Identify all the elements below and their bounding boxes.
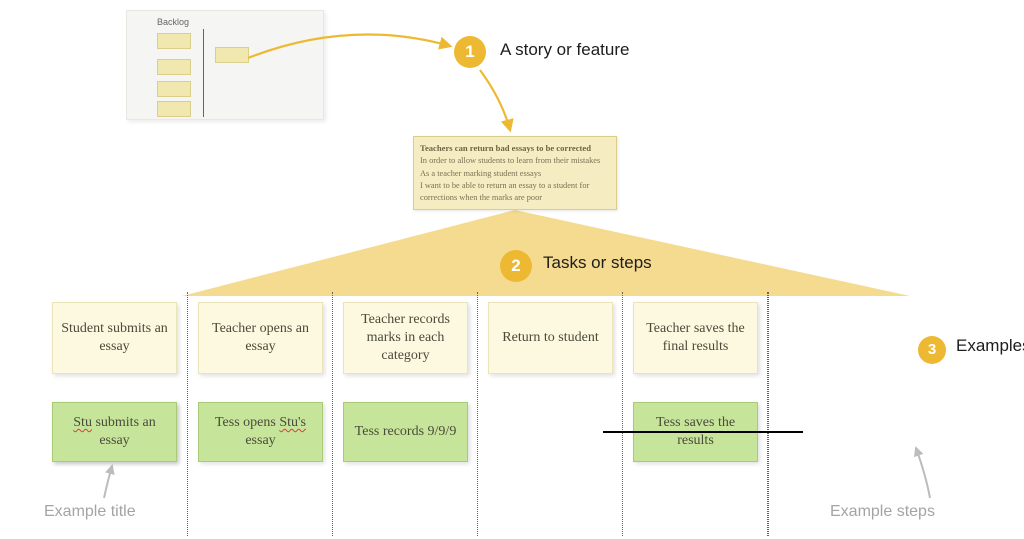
task-text: Return to student — [502, 329, 598, 347]
column: Return to student — [477, 292, 622, 536]
task-text: Teacher saves the final results — [640, 320, 751, 356]
badge-1: 1 — [454, 36, 486, 68]
story-card: Teachers can return bad essays to be cor… — [413, 136, 617, 210]
backlog-panel: Backlog — [126, 10, 324, 120]
example-text: Tess opens Stu's essay — [205, 414, 316, 450]
task-text: Student submits an essay — [59, 320, 170, 356]
story-line: In order to allow students to learn from… — [420, 155, 610, 167]
example-sticky: Stu submits an essay — [52, 402, 177, 462]
column: Teacher opens an essay Tess opens Stu's … — [187, 292, 332, 536]
task-sticky: Student submits an essay — [52, 302, 177, 374]
task-text: Teacher opens an essay — [205, 320, 316, 356]
backlog-title: Backlog — [157, 17, 189, 27]
column-end — [767, 292, 769, 536]
mini-sticky — [157, 101, 191, 117]
story-title: Teachers can return bad essays to be cor… — [420, 142, 610, 154]
badge-3: 3 — [918, 336, 946, 364]
badge-2-label: Tasks or steps — [543, 253, 652, 273]
badge-1-label: A story or feature — [500, 40, 629, 60]
badge-2: 2 — [500, 250, 532, 282]
example-connector — [603, 431, 803, 433]
example-sticky: Tess opens Stu's essay — [198, 402, 323, 462]
task-sticky: Teacher saves the final results — [633, 302, 758, 374]
story-line: As a teacher marking student essays — [420, 168, 610, 180]
backlog-divider — [203, 29, 204, 117]
mini-sticky-selected — [215, 47, 249, 63]
example-sticky: Tess records 9/9/9 — [343, 402, 468, 462]
example-text: Stu submits an essay — [59, 414, 170, 450]
mini-sticky — [157, 59, 191, 75]
caption-example-steps: Example steps — [830, 503, 935, 521]
story-line: I want to be able to return an essay to … — [420, 180, 610, 204]
badge-3-label: Examples — [956, 336, 1024, 356]
task-text: Teacher records marks in each category — [350, 311, 461, 366]
column: Student submits an essay Stu submits an … — [42, 292, 187, 536]
task-sticky: Teacher opens an essay — [198, 302, 323, 374]
column: Teacher saves the final results Tess sav… — [622, 292, 767, 536]
task-sticky: Return to student — [488, 302, 613, 374]
task-sticky: Teacher records marks in each category — [343, 302, 468, 374]
column: Teacher records marks in each category T… — [332, 292, 477, 536]
caption-example-title: Example title — [44, 503, 136, 521]
columns: Student submits an essay Stu submits an … — [42, 292, 769, 536]
example-text: Tess records 9/9/9 — [355, 423, 457, 441]
mini-sticky — [157, 81, 191, 97]
mini-sticky — [157, 33, 191, 49]
